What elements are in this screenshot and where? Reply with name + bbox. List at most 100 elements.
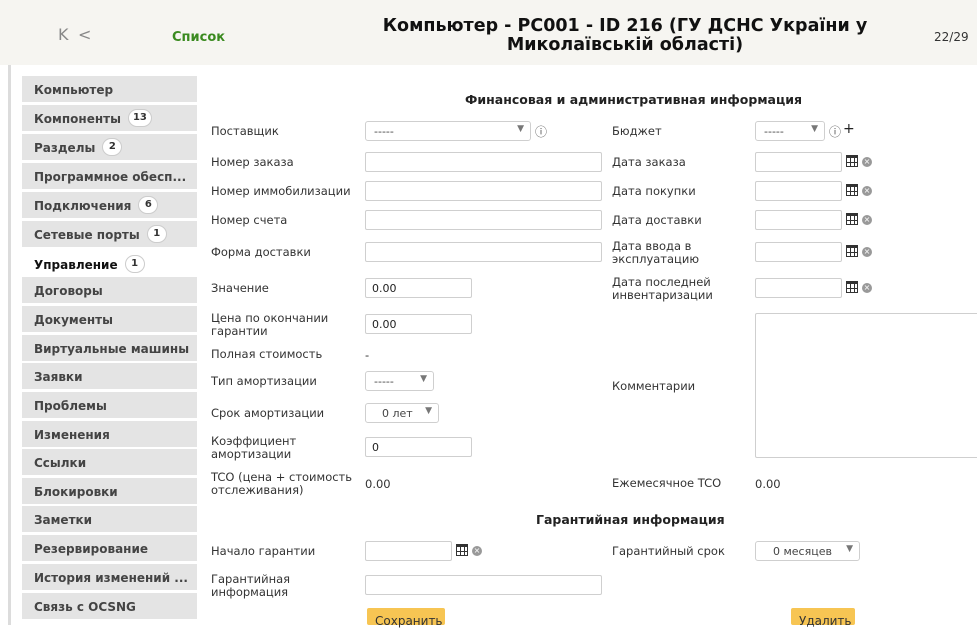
clear-icon[interactable]: × — [472, 546, 482, 556]
list-link[interactable]: Список — [172, 30, 225, 45]
top-bar: K < Список Компьютер - PC001 - ID 216 (Г… — [0, 0, 977, 65]
sidebar-item[interactable]: Резервирование — [22, 535, 197, 561]
chevron-down-icon: ▼ — [846, 544, 853, 554]
amortization-type-select[interactable]: ----- ▼ — [365, 371, 434, 391]
sidebar-item-label: История изменений ... — [34, 571, 188, 585]
budget-select[interactable]: ----- ▼ — [755, 121, 825, 141]
count-badge: 2 — [102, 138, 123, 156]
amortization-period-value: 0 лет — [382, 407, 413, 420]
delivery-form-input[interactable] — [365, 242, 602, 262]
sidebar-item[interactable]: История изменений ... — [22, 564, 197, 590]
sidebar-item[interactable]: Компьютер — [22, 76, 197, 102]
sidebar-item[interactable]: Разделы 2 — [22, 134, 197, 160]
tco-label: TCO (цена + стоимость отслеживания) — [211, 470, 353, 497]
value-input[interactable]: 0.00 — [365, 278, 472, 298]
warranty-info-input[interactable] — [365, 575, 602, 595]
calendar-icon[interactable] — [846, 213, 858, 225]
info-icon[interactable]: ⓘ — [829, 123, 841, 140]
calendar-icon[interactable] — [846, 281, 858, 293]
sidebar-item[interactable]: Компоненты 13 — [22, 105, 197, 131]
order-date-input[interactable] — [755, 152, 842, 172]
calendar-icon[interactable] — [846, 245, 858, 257]
sidebar-item-label: Изменения — [34, 428, 110, 442]
info-icon[interactable]: ⓘ — [535, 123, 547, 140]
warranty-start-label: Начало гарантии — [211, 544, 316, 558]
comments-textarea[interactable] — [755, 313, 977, 458]
sidebar-item-label: Управление — [34, 258, 118, 272]
comments-label: Комментарии — [612, 379, 696, 393]
sidebar-item-label: Блокировки — [34, 485, 118, 499]
clear-icon[interactable]: × — [862, 215, 872, 225]
warranty-start-input[interactable] — [365, 541, 452, 561]
total-cost-value: - — [365, 348, 370, 362]
previous-item-icon[interactable]: < — [78, 27, 91, 43]
warranty-period-select[interactable]: 0 месяцев ▼ — [755, 541, 860, 561]
warranty-section-title: Гарантийная информация — [536, 512, 725, 527]
immobilization-number-label: Номер иммобилизации — [211, 184, 351, 198]
sidebar-item-label: Документы — [34, 313, 113, 327]
sidebar-item[interactable]: Программное обесп... — [22, 163, 197, 189]
amortization-type-label: Тип амортизации — [211, 374, 317, 388]
sidebar-item-label: Компоненты — [34, 112, 121, 126]
budget-select-value: ----- — [764, 125, 784, 138]
delivery-date-input[interactable] — [755, 210, 842, 230]
invoice-number-input[interactable] — [365, 210, 602, 230]
sidebar-item[interactable]: Виртуальные машины — [22, 335, 197, 361]
count-badge: 6 — [138, 196, 159, 214]
sidebar-item-label: Подключения — [34, 199, 132, 213]
sidebar-item-label: Сетевые порты — [34, 228, 140, 242]
sidebar: Компьютер Компоненты 13 Разделы 2 Программное… — [8, 65, 197, 625]
order-date-label: Дата заказа — [612, 155, 686, 169]
sidebar-item[interactable]: Блокировки — [22, 478, 197, 504]
supplier-select-value: ----- — [374, 125, 394, 138]
count-badge: 1 — [124, 255, 145, 273]
clear-icon[interactable]: × — [862, 247, 872, 257]
count-badge: 13 — [127, 109, 152, 127]
sidebar-item[interactable]: Изменения — [22, 421, 197, 447]
sidebar-item[interactable]: Ссылки — [22, 449, 197, 475]
sidebar-item[interactable]: Документы — [22, 306, 197, 332]
clear-icon[interactable]: × — [862, 186, 872, 196]
sidebar-item[interactable]: Заметки — [22, 506, 197, 532]
first-item-icon[interactable]: K — [58, 27, 69, 43]
amortization-coefficient-input[interactable]: 0 — [365, 437, 472, 457]
sidebar-item[interactable]: Заявки — [22, 363, 197, 389]
delivery-form-label: Форма доставки — [211, 245, 311, 259]
calendar-icon[interactable] — [456, 544, 468, 556]
sidebar-item[interactable]: Договоры — [22, 277, 197, 303]
supplier-select[interactable]: ----- ▼ — [365, 121, 531, 141]
calendar-icon[interactable] — [846, 184, 858, 196]
save-button[interactable]: Сохранить — [367, 608, 445, 628]
sidebar-item-label: Заявки — [34, 370, 83, 384]
commission-date-input[interactable] — [755, 242, 842, 262]
sidebar-item[interactable]: Сетевые порты 1 — [22, 221, 197, 247]
page-title: Компьютер - PC001 - ID 216 (ГУ ДСНС Укра… — [382, 16, 868, 55]
sidebar-item[interactable]: Проблемы — [22, 392, 197, 418]
amortization-type-value: ----- — [374, 375, 394, 388]
clear-icon[interactable]: × — [862, 157, 872, 167]
tco-value: 0.00 — [365, 477, 391, 491]
order-number-input[interactable] — [365, 152, 602, 172]
purchase-date-input[interactable] — [755, 181, 842, 201]
sidebar-item[interactable]: Связь с OCSNG — [22, 593, 197, 619]
commission-date-label: Дата ввода в эксплуатацию — [612, 239, 700, 266]
purchase-date-label: Дата покупки — [612, 184, 696, 198]
amortization-period-select[interactable]: 0 лет ▼ — [365, 403, 439, 423]
sidebar-item-label: Ссылки — [34, 456, 87, 470]
calendar-icon[interactable] — [846, 155, 858, 167]
chevron-down-icon: ▼ — [811, 124, 818, 134]
sidebar-item-label: Связь с OCSNG — [34, 600, 136, 614]
warranty-end-price-label: Цена по окончании гарантии — [211, 311, 329, 338]
chevron-down-icon: ▼ — [420, 374, 427, 384]
sidebar-item-label: Заметки — [34, 513, 93, 527]
delete-button[interactable]: Удалить — [791, 608, 855, 628]
warranty-period-label: Гарантийный срок — [612, 544, 725, 558]
inventory-date-input[interactable] — [755, 278, 842, 298]
sidebar-item[interactable]: Управление 1 — [22, 251, 197, 277]
immobilization-number-input[interactable] — [365, 181, 602, 201]
plus-icon[interactable]: + — [843, 121, 855, 137]
amortization-period-label: Срок амортизации — [211, 406, 325, 420]
sidebar-item[interactable]: Подключения 6 — [22, 192, 197, 218]
clear-icon[interactable]: × — [862, 283, 872, 293]
warranty-end-price-input[interactable]: 0.00 — [365, 314, 472, 334]
